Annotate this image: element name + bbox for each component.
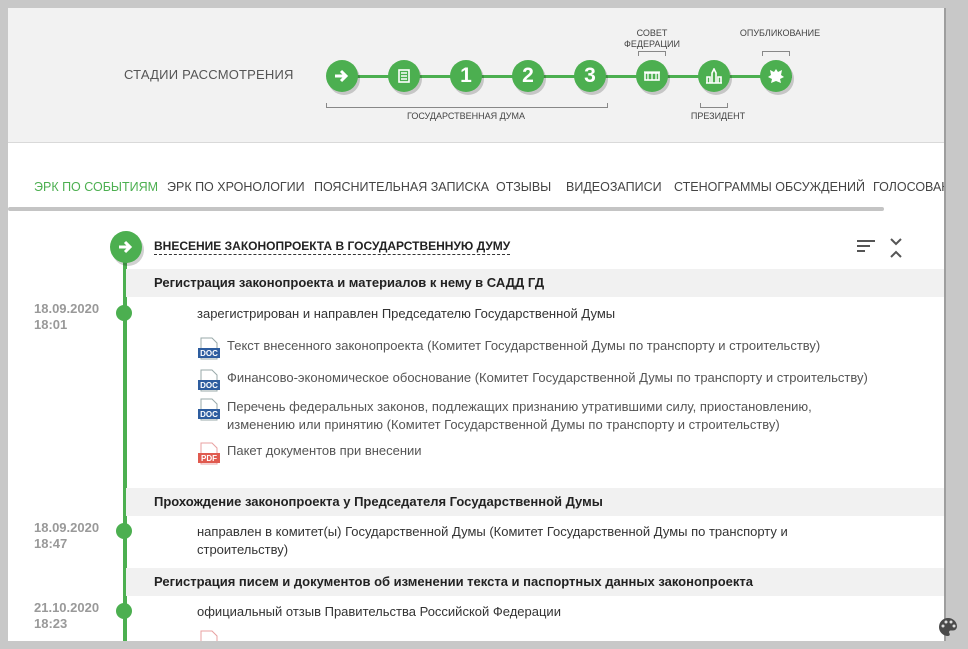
svg-text:DOC: DOC <box>200 410 218 419</box>
document-stack-icon <box>398 69 410 83</box>
tab-videos[interactable]: ВИДЕОЗАПИСИ <box>566 180 662 194</box>
sort-icon[interactable] <box>856 237 876 255</box>
stage-second-reading[interactable]: 2 <box>512 60 544 92</box>
group-title: Регистрация писем и документов об измене… <box>154 574 753 589</box>
event-text: зарегистрирован и направлен Председателю… <box>197 306 616 321</box>
tab-erk-chronology[interactable]: ЭРК ПО ХРОНОЛОГИИ <box>167 180 305 194</box>
duma-bracket <box>326 103 608 108</box>
caption-federation-council: СОВЕТ ФЕДЕРАЦИИ <box>624 28 680 49</box>
document-title: Текст внесенного законопроекта (Комитет … <box>227 338 821 353</box>
stage-introduction[interactable] <box>326 60 358 92</box>
page-frame: СТАДИИ РАССМОТРЕНИЯ 1 2 3 ГОСУДАРСТВЕННА… <box>8 8 944 641</box>
stage-president[interactable] <box>698 60 730 92</box>
stage-third-reading[interactable]: 3 <box>574 60 606 92</box>
stage-federation-council[interactable] <box>636 60 668 92</box>
tab-bar: ЭРК ПО СОБЫТИЯМ ЭРК ПО ХРОНОЛОГИИ ПОЯСНИ… <box>8 174 944 206</box>
stage-preliminary[interactable] <box>388 60 420 92</box>
group-title: Прохождение законопроекта у Председателя… <box>154 494 603 509</box>
president-bracket <box>700 103 728 108</box>
svg-text:PDF: PDF <box>201 454 217 463</box>
stage-first-reading[interactable]: 1 <box>450 60 482 92</box>
event-date: 18.09.2020 18:47 <box>34 520 99 552</box>
document-title: Пакет документов при внесении <box>227 443 422 458</box>
tab-voting[interactable]: ГОЛОСОВАН <box>873 180 944 194</box>
svg-text:DOC: DOC <box>200 381 218 390</box>
event-date: 21.10.2020 18:23 <box>34 600 99 632</box>
time-value: 18:01 <box>34 317 68 332</box>
doc-file-icon: DOC <box>198 398 220 421</box>
stages-panel: СТАДИИ РАССМОТРЕНИЯ 1 2 3 ГОСУДАРСТВЕННА… <box>8 8 944 143</box>
timeline-dot <box>116 305 132 321</box>
federation-council-icon <box>644 71 660 81</box>
timeline-start <box>110 231 142 263</box>
date-value: 18.09.2020 <box>34 520 100 535</box>
collapse-icon[interactable] <box>888 237 904 259</box>
arrow-right-icon <box>119 240 133 254</box>
group-header: Регистрация законопроекта и материалов к… <box>126 269 944 297</box>
publication-bracket <box>762 51 790 56</box>
tab-erk-events[interactable]: ЭРК ПО СОБЫТИЯМ <box>34 180 158 194</box>
event-text-line2: строительству) <box>197 542 289 557</box>
time-value: 18:47 <box>34 536 68 551</box>
date-value: 21.10.2020 <box>34 600 100 615</box>
window-edge <box>944 8 946 641</box>
pdf-file-icon[interactable] <box>197 630 221 641</box>
pdf-file-icon: PDF <box>198 442 220 465</box>
date-value: 18.09.2020 <box>34 301 100 316</box>
document-title-line1: Перечень федеральных законов, подлежащих… <box>227 399 812 414</box>
council-bracket <box>638 51 666 56</box>
document-title: Финансово-экономическое обоснование (Ком… <box>227 370 868 385</box>
event-date: 18.09.2020 18:01 <box>34 301 99 333</box>
kremlin-icon <box>706 68 722 84</box>
event-text: официальный отзыв Правительства Российск… <box>197 604 561 619</box>
document-title-line2: изменению или принятию (Комитет Государс… <box>227 417 780 432</box>
group-header: Регистрация писем и документов об измене… <box>126 568 944 596</box>
timeline-dot <box>116 523 132 539</box>
svg-text:DOC: DOC <box>200 349 218 358</box>
coat-of-arms-icon <box>768 69 784 83</box>
group-header: Прохождение законопроекта у Председателя… <box>126 488 944 516</box>
tabs-scrollbar[interactable] <box>8 207 884 211</box>
section-title[interactable]: ВНЕСЕНИЕ ЗАКОНОПРОЕКТА В ГОСУДАРСТВЕННУЮ… <box>154 239 511 255</box>
palette-icon[interactable] <box>938 617 958 637</box>
event-text-line1: направлен в комитет(ы) Государственной Д… <box>197 524 788 539</box>
arrow-right-icon <box>335 69 349 83</box>
caption-duma: ГОСУДАРСТВЕННАЯ ДУМА <box>406 111 525 121</box>
timeline-dot <box>116 603 132 619</box>
document-title: Перечень федеральных законов, подлежащих… <box>227 398 812 434</box>
doc-file-icon: DOC <box>198 369 220 392</box>
event-text: направлен в комитет(ы) Государственной Д… <box>197 523 788 559</box>
group-title: Регистрация законопроекта и материалов к… <box>154 275 545 290</box>
stage-publication[interactable] <box>760 60 792 92</box>
tab-explanatory-note[interactable]: ПОЯСНИТЕЛЬНАЯ ЗАПИСКА <box>314 180 489 194</box>
tab-transcripts[interactable]: СТЕНОГРАММЫ ОБСУЖДЕНИЙ <box>674 180 865 194</box>
doc-file-icon: DOC <box>198 337 220 360</box>
caption-publication: ОПУБЛИКОВАНИЕ <box>739 28 821 38</box>
time-value: 18:23 <box>34 616 68 631</box>
tab-reviews[interactable]: ОТЗЫВЫ <box>496 180 551 194</box>
caption-president: ПРЕЗИДЕНТ <box>690 111 746 121</box>
stages-title: СТАДИИ РАССМОТРЕНИЯ <box>124 67 294 82</box>
